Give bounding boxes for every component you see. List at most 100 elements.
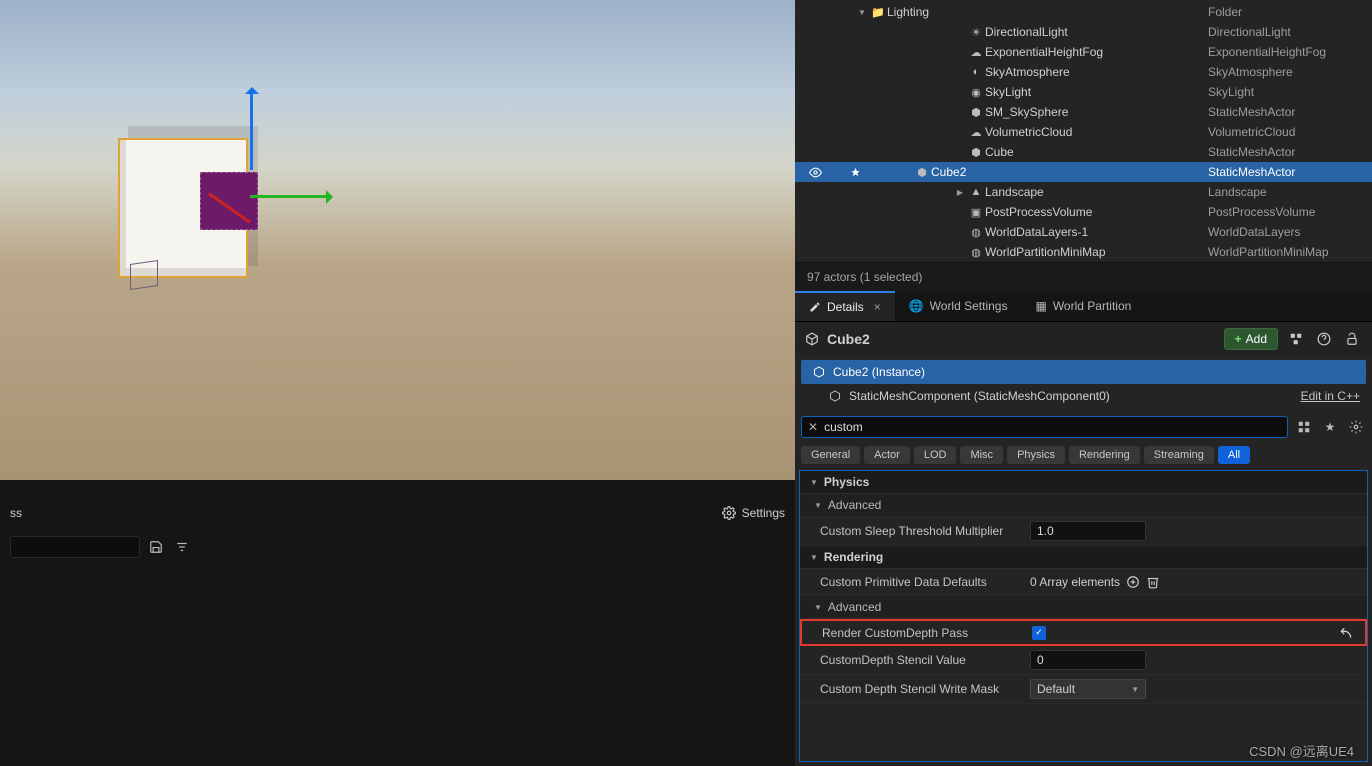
filter-all[interactable]: All <box>1218 446 1250 464</box>
outliner-item-label: WorldPartitionMiniMap <box>985 245 1208 259</box>
outliner-item-label: Landscape <box>985 185 1208 199</box>
outliner-item-type: ExponentialHeightFog <box>1208 45 1364 59</box>
category-rendering[interactable]: ▼ Rendering <box>800 546 1367 569</box>
fog-icon: ☁ <box>967 46 985 59</box>
tab-world-partition[interactable]: ▦ World Partition <box>1021 291 1145 321</box>
outliner-item-label: SM_SkySphere <box>985 105 1208 119</box>
chevron-down-icon[interactable]: ▼ <box>855 8 869 17</box>
filter-lod[interactable]: LOD <box>914 446 957 464</box>
mesh-icon: ⬢ <box>913 166 931 179</box>
help-icon[interactable] <box>1314 329 1334 349</box>
outliner-item-label: Cube <box>985 145 1208 159</box>
tab-world-settings[interactable]: 🌐 World Settings <box>895 291 1022 321</box>
filter-physics[interactable]: Physics <box>1007 446 1065 464</box>
prop-stencil-value: CustomDepth Stencil Value 0 <box>800 646 1367 675</box>
details-search-input[interactable] <box>824 420 1281 434</box>
gizmo-axis-y[interactable] <box>250 90 253 170</box>
cloud-icon: ☁ <box>967 126 985 139</box>
tab-details[interactable]: Details × <box>795 291 895 321</box>
mesh-icon: ⬢ <box>967 146 985 159</box>
outliner-item-label: SkyLight <box>985 85 1208 99</box>
outliner-item-type: SkyAtmosphere <box>1208 65 1364 79</box>
outliner-row[interactable]: ◉SkyLightSkyLight <box>795 82 1372 102</box>
outliner-item-type: Folder <box>1208 5 1364 19</box>
filter-streaming[interactable]: Streaming <box>1144 446 1214 464</box>
plus-icon: + <box>1235 332 1242 346</box>
outliner-row[interactable]: ☁VolumetricCloudVolumetricCloud <box>795 122 1372 142</box>
outliner-item-type: PostProcessVolume <box>1208 205 1364 219</box>
star-icon[interactable]: ★ <box>1320 417 1340 437</box>
outliner-row[interactable]: ⬢CubeStaticMeshActor <box>795 142 1372 162</box>
outliner-row[interactable]: ◐SkyAtmosphereSkyAtmosphere <box>795 62 1372 82</box>
viewport-3d[interactable] <box>0 0 795 480</box>
filter-rendering[interactable]: Rendering <box>1069 446 1140 464</box>
scene-wireframe-cube <box>130 260 158 290</box>
bottom-search-input[interactable] <box>10 536 140 558</box>
outliner-row[interactable]: ☀DirectionalLightDirectionalLight <box>795 22 1372 42</box>
filter-misc[interactable]: Misc <box>960 446 1003 464</box>
prop-primitive-defaults: Custom Primitive Data Defaults 0 Array e… <box>800 569 1367 596</box>
clear-icon[interactable]: ✕ <box>808 420 818 434</box>
pencil-icon <box>809 301 821 313</box>
outliner-item-type: WorldPartitionMiniMap <box>1208 245 1364 259</box>
outliner-item-label: Cube2 <box>931 165 1208 179</box>
filter-general[interactable]: General <box>801 446 860 464</box>
close-icon[interactable]: × <box>874 300 881 314</box>
outliner-row[interactable]: ▣PostProcessVolumePostProcessVolume <box>795 202 1372 222</box>
details-header: Cube2 + Add <box>795 322 1372 356</box>
subcategory-advanced-physics[interactable]: ▼ Advanced <box>800 494 1367 517</box>
outliner-row[interactable]: ▶▲LandscapeLandscape <box>795 182 1372 202</box>
object-title: Cube2 <box>827 331 870 347</box>
pin-icon[interactable] <box>835 167 875 178</box>
outliner-item-label: DirectionalLight <box>985 25 1208 39</box>
category-physics[interactable]: ▼ Physics <box>800 471 1367 494</box>
chevron-down-icon: ▼ <box>810 478 818 487</box>
outliner-item-type: StaticMeshActor <box>1208 165 1364 179</box>
edit-cpp-link[interactable]: Edit in C++ <box>1301 389 1360 403</box>
trash-icon[interactable] <box>1146 575 1160 589</box>
prop-sleep-threshold: Custom Sleep Threshold Multiplier 1.0 <box>800 517 1367 546</box>
filter-actor[interactable]: Actor <box>864 446 910 464</box>
outliner-row[interactable]: ◍WorldDataLayers-1WorldDataLayers <box>795 222 1372 242</box>
add-element-icon[interactable] <box>1126 575 1140 589</box>
filter-icon[interactable] <box>172 537 192 557</box>
details-tabbar: Details × 🌐 World Settings ▦ World Parti… <box>795 291 1372 322</box>
settings-button[interactable]: Settings <box>742 506 785 520</box>
details-search-wrap: ✕ <box>801 416 1288 438</box>
component-child-row[interactable]: StaticMeshComponent (StaticMeshComponent… <box>795 384 1372 408</box>
sleep-threshold-input[interactable]: 1.0 <box>1030 521 1146 541</box>
render-customdepth-checkbox[interactable]: ✓ <box>1032 626 1046 640</box>
outliner-row[interactable]: ☁ExponentialHeightFogExponentialHeightFo… <box>795 42 1372 62</box>
component-instance-row[interactable]: Cube2 (Instance) <box>801 360 1366 384</box>
eye-icon[interactable] <box>795 166 835 179</box>
sun-icon: ☀ <box>967 26 985 39</box>
globe-icon: 🌐 <box>909 299 924 313</box>
add-component-button[interactable]: + Add <box>1224 328 1278 350</box>
prop-stencil-mask: Custom Depth Stencil Write Mask Default … <box>800 675 1367 704</box>
chevron-down-icon: ▼ <box>814 603 822 612</box>
gizmo-axis-x[interactable] <box>250 195 330 198</box>
mesh-icon <box>805 332 819 346</box>
grid-view-icon[interactable] <box>1294 417 1314 437</box>
outliner-item-type: Landscape <box>1208 185 1364 199</box>
outliner-row[interactable]: ⬢SM_SkySphereStaticMeshActor <box>795 102 1372 122</box>
ppv-icon: ▣ <box>967 206 985 219</box>
outliner-row[interactable]: ◍WorldPartitionMiniMapWorldPartitionMini… <box>795 242 1372 262</box>
details-scroll: ▼ Physics ▼ Advanced Custom Sleep Thresh… <box>799 470 1368 762</box>
reset-icon[interactable] <box>1339 626 1357 640</box>
save-icon[interactable] <box>146 537 166 557</box>
skylight-icon: ◉ <box>967 86 985 99</box>
stencil-value-input[interactable]: 0 <box>1030 650 1146 670</box>
gear-icon[interactable] <box>1346 417 1366 437</box>
lock-icon[interactable] <box>1342 329 1362 349</box>
outliner-folder-row[interactable]: ▼ 📁 Lighting Folder <box>795 2 1372 22</box>
hierarchy-icon[interactable] <box>1286 329 1306 349</box>
subcategory-advanced-rendering[interactable]: ▼ Advanced <box>800 596 1367 619</box>
outliner-row[interactable]: ⬢Cube2StaticMeshActor <box>795 162 1372 182</box>
stencil-mask-select[interactable]: Default ▼ <box>1030 679 1146 699</box>
outliner-item-type: DirectionalLight <box>1208 25 1364 39</box>
outliner-item-label: VolumetricCloud <box>985 125 1208 139</box>
chevron-right-icon[interactable]: ▶ <box>953 188 967 197</box>
world-outliner: ▼ 📁 Lighting Folder ☀DirectionalLightDir… <box>795 0 1372 262</box>
gear-icon <box>722 506 736 520</box>
